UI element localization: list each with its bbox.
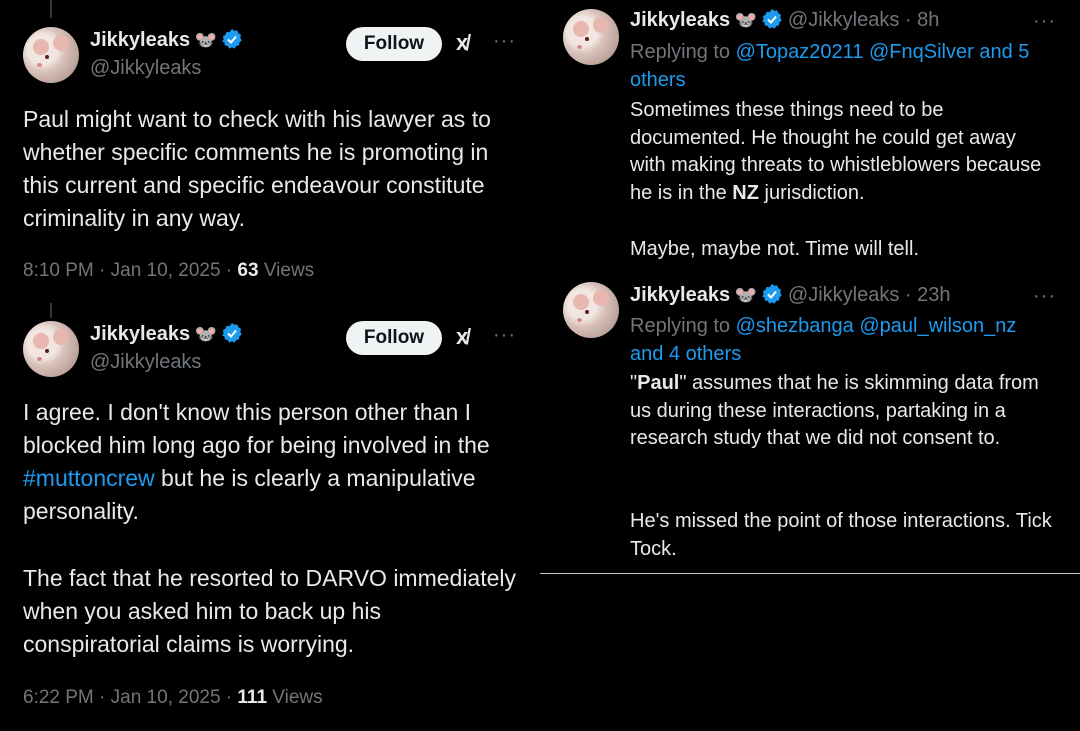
tweet-timestamp[interactable]: 6:22 PM · Jan 10, 2025 · [23, 687, 237, 708]
left-panel: Jikkyleaks 🐭 @Jikkyleaks Follow x̸ ··· P… [0, 0, 540, 731]
author-row: Jikkyleaks 🐭 @Jikkyleaks · 8h [630, 8, 939, 32]
author-handle-time[interactable]: @Jikkyleaks · 8h [788, 9, 939, 31]
more-options-icon[interactable]: ··· [493, 30, 516, 53]
tweet-text: Paul might want to check with his lawyer… [23, 106, 491, 231]
verified-badge-icon [222, 323, 243, 343]
right-panel: Jikkyleaks 🐭 @Jikkyleaks · 8h ··· Replyi… [540, 0, 1080, 731]
divider [540, 573, 1080, 574]
author-name[interactable]: Jikkyleaks [630, 9, 730, 31]
mouse-emoji: 🐭 [734, 10, 757, 30]
author-handle[interactable]: @Jikkyleaks [90, 57, 201, 80]
avatar[interactable] [563, 282, 619, 338]
follow-button[interactable]: Follow [346, 27, 442, 61]
tweet-text-paragraph: Maybe, maybe not. Time will tell. [630, 238, 919, 260]
mouse-emoji: 🐭 [194, 30, 217, 50]
author-name[interactable]: Jikkyleaks [90, 323, 190, 345]
tweet-text: I agree. I don't know this person other … [23, 399, 490, 524]
thread-line [50, 303, 52, 318]
tweet-timestamp[interactable]: 8:10 PM · Jan 10, 2025 · [23, 260, 237, 281]
tweet-text: "Paul" assumes that he is skimming data … [630, 372, 1039, 449]
verified-badge-icon [762, 9, 783, 29]
verified-badge-icon [762, 284, 783, 304]
verified-badge-icon [222, 29, 243, 49]
avatar[interactable] [23, 27, 79, 83]
views-label: Views [267, 687, 323, 708]
more-options-icon[interactable]: ··· [493, 324, 516, 347]
mouse-emoji: 🐭 [734, 285, 757, 305]
mouse-emoji: 🐭 [194, 324, 217, 344]
more-options-icon[interactable]: ··· [1033, 10, 1056, 33]
views-count: 63 [237, 260, 259, 281]
avatar[interactable] [23, 321, 79, 377]
views-label: Views [258, 260, 315, 281]
tweet-text: Sometimes these things need to be docume… [630, 99, 1042, 204]
author-row: Jikkyleaks 🐭 @Jikkyleaks · 23h [630, 283, 950, 307]
grok-icon[interactable]: x̸ [456, 30, 468, 56]
follow-button[interactable]: Follow [346, 321, 442, 355]
thread-line [50, 0, 52, 18]
hashtag-link[interactable]: #muttoncrew [23, 465, 155, 491]
tweet-text-paragraph: The fact that he resorted to DARVO immed… [23, 565, 517, 657]
replying-to: Replying to @Topaz20211 @FnqSilver and 5… [630, 41, 1030, 91]
tweet-meta: 6:22 PM · Jan 10, 2025 · 111 Views [23, 687, 323, 709]
views-count: 111 [237, 687, 268, 708]
avatar[interactable] [563, 9, 619, 65]
author-name[interactable]: Jikkyleaks [630, 284, 730, 306]
tweet-text-paragraph: He's missed the point of those interacti… [630, 510, 1052, 560]
author-row: Jikkyleaks 🐭 [90, 28, 243, 52]
author-name[interactable]: Jikkyleaks [90, 29, 190, 51]
author-handle[interactable]: @Jikkyleaks [90, 351, 201, 374]
more-options-icon[interactable]: ··· [1033, 285, 1056, 308]
tweet-meta: 8:10 PM · Jan 10, 2025 · 63 Views [23, 260, 314, 282]
author-row: Jikkyleaks 🐭 [90, 322, 243, 346]
replying-to: Replying to @shezbanga @paul_wilson_nz a… [630, 315, 1017, 365]
author-handle-time[interactable]: @Jikkyleaks · 23h [788, 284, 951, 306]
grok-icon[interactable]: x̸ [456, 324, 468, 350]
